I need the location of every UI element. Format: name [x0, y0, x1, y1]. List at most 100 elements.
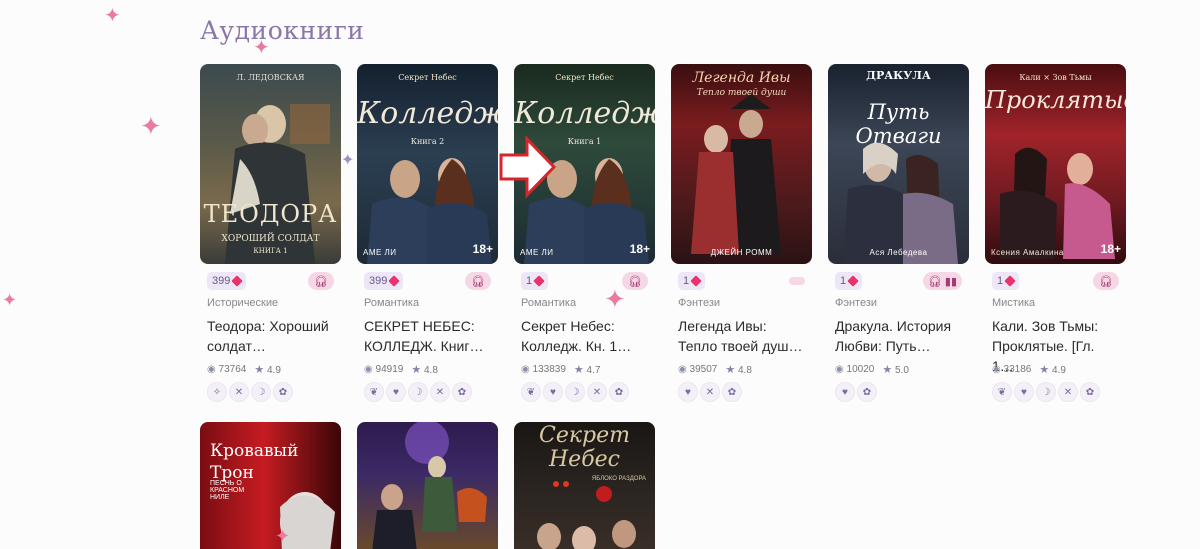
trope-tags: ❦ ♥ ☽ ✕ ✿ — [364, 382, 472, 402]
headphones-icon: 🎧︎ — [314, 275, 328, 288]
trope-icon[interactable]: ☽ — [1036, 382, 1056, 402]
cover-title: Колледж — [357, 96, 498, 131]
trope-icon[interactable]: ❦ — [364, 382, 384, 402]
rating-value: 5.0 — [894, 365, 909, 376]
book-card[interactable] — [357, 422, 498, 549]
trope-icon[interactable]: ☽ — [565, 382, 585, 402]
gem-icon — [847, 275, 859, 287]
eye-icon: ◉ — [364, 364, 373, 375]
book-card[interactable]: Кали × Зов Тьмы Проклятые Ксения Амалкин… — [985, 64, 1126, 402]
rating-value: 4.8 — [423, 365, 438, 376]
trope-icon[interactable]: ☽ — [408, 382, 428, 402]
book-genre[interactable]: Фэнтези — [835, 297, 877, 309]
book-stats: ◉ 94919 ★ 4.8 — [364, 363, 438, 376]
trope-icon[interactable]: ✕ — [587, 382, 607, 402]
book-genre[interactable]: Мистика — [992, 297, 1035, 309]
eye-icon: ◉ — [521, 364, 530, 375]
trope-icon[interactable]: ❦ — [992, 382, 1012, 402]
price-badge: 399 — [207, 272, 247, 290]
trope-icon[interactable]: ✿ — [609, 382, 629, 402]
book-cover[interactable]: Кали × Зов Тьмы Проклятые Ксения Амалкин… — [985, 64, 1126, 264]
headphones-icon: 🎧︎ — [471, 275, 485, 288]
cover-subtitle: ЯБЛОКО РАЗДОРА — [591, 476, 647, 482]
age-rating: 18+ — [629, 242, 650, 256]
book-cover[interactable]: Кровавый Трон ПЕСНЬ О КРАСНОМ НИЛЕ — [200, 422, 341, 549]
star-icon: ★ — [1039, 364, 1050, 376]
cover-art — [843, 142, 958, 264]
trope-icon[interactable]: ❦ — [521, 382, 541, 402]
trope-icon[interactable]: ✿ — [273, 382, 293, 402]
book-title[interactable]: Секрет Небес: Колледж. Кн. 1… — [521, 316, 649, 356]
headphones-icon: 🎧︎ — [628, 275, 642, 288]
format-badge — [789, 277, 805, 285]
rating-value: 4.7 — [586, 365, 601, 376]
trope-icon[interactable]: ✿ — [722, 382, 742, 402]
star-icon: ★ — [725, 364, 736, 376]
book-genre[interactable]: Романтика — [364, 297, 419, 309]
cover-subtitle: Книга 2 — [410, 137, 445, 146]
book-cover[interactable]: Легенда Ивы Тепло твоей души ДЖЕЙН РОММ — [671, 64, 812, 264]
book-cover[interactable]: Секрет Небес Колледж Книга 2 АМЕ ЛИ 18+ — [357, 64, 498, 264]
book-title[interactable]: СЕКРЕТ НЕБЕС: КОЛЛЕДЖ. Книг… — [364, 316, 492, 356]
trope-icon[interactable]: ✕ — [700, 382, 720, 402]
book-card[interactable]: Секрет Небес ЯБЛОКО РАЗДОРА — [514, 422, 655, 549]
book-card[interactable]: Легенда Ивы Тепло твоей души ДЖЕЙН РОММ … — [671, 64, 812, 402]
cover-author: АМЕ ЛИ — [363, 248, 397, 257]
rating-value: 4.9 — [266, 365, 281, 376]
book-genre[interactable]: Романтика — [521, 297, 576, 309]
book-cover[interactable]: ДРАКУЛА Путь Отваги Ася Лебедева — [828, 64, 969, 264]
format-badge: 🎧︎ — [465, 272, 491, 290]
book-title[interactable]: Теодора: Хороший солдат… — [207, 316, 335, 356]
format-badge: 🎧︎ ▮▮ — [922, 272, 962, 290]
trope-tags: ❦ ♥ ☽ ✕ ✿ — [992, 382, 1100, 402]
price-badge: 1 — [521, 272, 549, 290]
price-badge: 1 — [992, 272, 1020, 290]
views-count: 39507 — [689, 364, 718, 375]
views-count: 73764 — [218, 364, 247, 375]
trope-icon[interactable]: ♥ — [543, 382, 563, 402]
cover-author: АМЕ ЛИ — [520, 248, 554, 257]
star-icon: ★ — [254, 364, 265, 376]
book-cover[interactable]: Л. ЛЕДОВСКАЯ ТЕОДОРА ХОРОШИЙ СОЛДАТ КНИГ… — [200, 64, 341, 264]
cover-book-number: КНИГА 1 — [253, 247, 288, 255]
book-card[interactable]: Кровавый Трон ПЕСНЬ О КРАСНОМ НИЛЕ — [200, 422, 341, 549]
book-card[interactable]: Секрет Небес Колледж Книга 2 АМЕ ЛИ 18+ … — [357, 64, 498, 402]
book-genre[interactable]: Исторические — [207, 297, 278, 309]
book-title[interactable]: Легенда Ивы: Тепло твоей душ… — [678, 316, 806, 356]
trope-icon[interactable]: ♥ — [678, 382, 698, 402]
views-count: 10020 — [846, 364, 875, 375]
trope-icon[interactable]: ♥ — [1014, 382, 1034, 402]
format-badge: 🎧︎ — [622, 272, 648, 290]
trope-icon[interactable]: ♥ — [386, 382, 406, 402]
trope-icon[interactable]: ✧ — [207, 382, 227, 402]
trope-icon[interactable]: ✿ — [452, 382, 472, 402]
cover-subtitle: Тепло твоей души — [696, 88, 787, 98]
eye-icon: ◉ — [678, 364, 687, 375]
book-cover[interactable] — [357, 422, 498, 549]
trope-icon[interactable]: ✿ — [857, 382, 877, 402]
format-badge: 🎧︎ — [1093, 272, 1119, 290]
cover-author: ДЖЕЙН РОММ — [710, 248, 773, 257]
eye-icon: ◉ — [992, 364, 1001, 375]
book-title[interactable]: Дракула. История Любви: Путь… — [835, 316, 963, 356]
sparkle-decoration: ✦ — [275, 526, 291, 546]
trope-icon[interactable]: ☽ — [251, 382, 271, 402]
eye-icon: ◉ — [835, 364, 844, 375]
book-card[interactable]: ДРАКУЛА Путь Отваги Ася Лебедева 1 🎧︎ ▮▮… — [828, 64, 969, 402]
book-card[interactable]: Л. ЛЕДОВСКАЯ ТЕОДОРА ХОРОШИЙ СОЛДАТ КНИГ… — [200, 64, 341, 402]
trope-icon[interactable]: ✕ — [430, 382, 450, 402]
trope-icon[interactable]: ♥ — [835, 382, 855, 402]
star-icon: ★ — [882, 364, 893, 376]
book-cover[interactable]: Секрет Небес ЯБЛОКО РАЗДОРА — [514, 422, 655, 549]
rating-value: 4.8 — [737, 365, 752, 376]
trope-icon[interactable]: ✕ — [229, 382, 249, 402]
sparkle-decoration: ✦ — [341, 152, 355, 169]
views-count: 94919 — [375, 364, 404, 375]
book-genre[interactable]: Фэнтези — [678, 297, 720, 309]
trope-icon[interactable]: ✿ — [1080, 382, 1100, 402]
views-count: 33186 — [1003, 364, 1032, 375]
headphones-icon: 🎧︎ — [1099, 275, 1113, 288]
book-stats: ◉ 10020 ★ 5.0 — [835, 363, 909, 376]
views-count: 133839 — [532, 364, 566, 375]
trope-icon[interactable]: ✕ — [1058, 382, 1078, 402]
